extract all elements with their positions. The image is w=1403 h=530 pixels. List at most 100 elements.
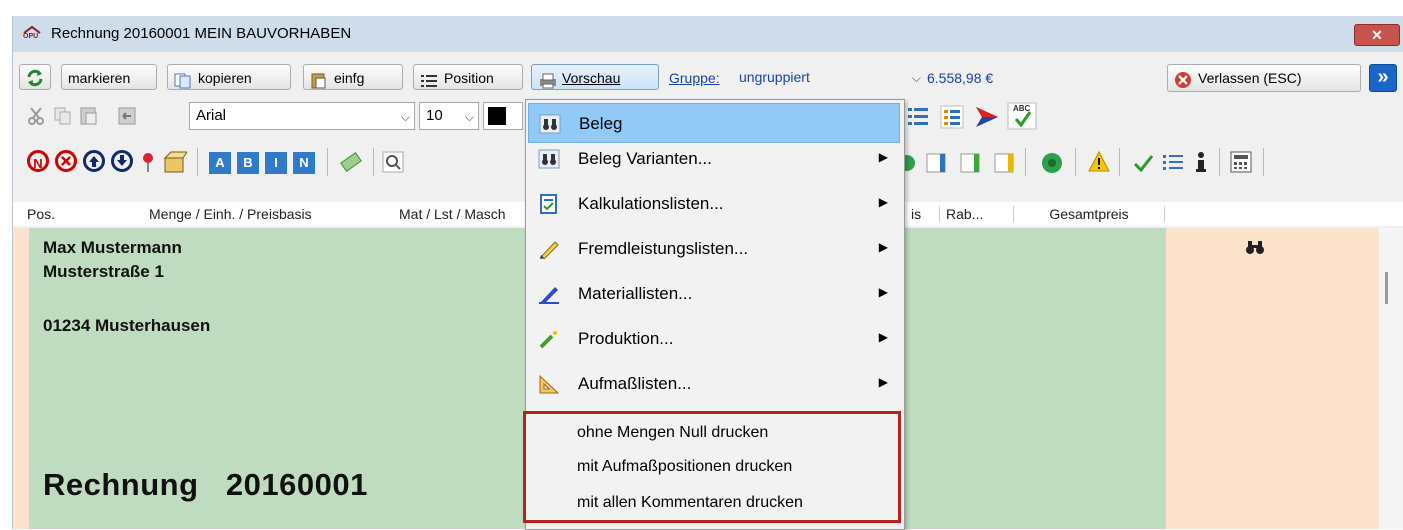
menu-item-beleg[interactable]: Beleg	[528, 103, 900, 143]
gruppe-select[interactable]: ungruppiert ⌵	[733, 64, 925, 92]
binoculars-icon[interactable]	[1245, 238, 1265, 256]
close-window-button[interactable]: ✕	[1354, 24, 1400, 46]
column-green-icon[interactable]	[959, 152, 981, 174]
markieren-button[interactable]: markieren	[61, 64, 157, 90]
spellcheck-label: ABC	[1013, 104, 1031, 113]
col-pos[interactable]: Pos.	[27, 206, 55, 222]
send-arrow-icon[interactable]	[973, 104, 1001, 130]
font-family-select[interactable]: Arial ⌵	[189, 102, 415, 130]
move-down-icon[interactable]	[111, 150, 133, 172]
col-rabatt[interactable]: Rab...	[939, 206, 983, 222]
submenu-arrow-icon: ▶	[878, 285, 888, 299]
menu-item-label: Beleg Varianten...	[578, 149, 712, 168]
app-logo-icon: OPU	[23, 25, 41, 43]
refresh-icon	[27, 69, 43, 87]
scrollbar-thumb[interactable]	[1385, 272, 1388, 304]
copy-small-icon[interactable]	[53, 106, 73, 126]
calc-list-icon	[538, 194, 560, 214]
refresh-green-icon[interactable]	[1039, 150, 1065, 176]
cut-icon[interactable]	[27, 106, 47, 126]
col-menge[interactable]: Menge / Einh. / Preisbasis	[149, 206, 312, 222]
undo-icon[interactable]	[117, 106, 137, 126]
gruppe-value: ungruppiert	[739, 69, 810, 85]
submenu-arrow-icon: ▶	[878, 240, 888, 254]
wand-icon	[538, 329, 560, 349]
n-label: N	[299, 155, 309, 170]
vorschau-button[interactable]: Vorschau	[531, 64, 659, 90]
menu-item-kalkulationslisten[interactable]: Kalkulationslisten... ▶	[528, 184, 900, 224]
pin-icon[interactable]	[141, 152, 155, 174]
app-logo-text: OPU	[23, 33, 39, 40]
column-left-icon[interactable]	[925, 152, 947, 174]
copy-icon	[174, 71, 192, 89]
toolbar-separator	[1075, 148, 1076, 176]
font-size-select[interactable]: 10 ⌵	[419, 102, 479, 130]
col-gesamtpreis[interactable]: Gesamtpreis	[1013, 206, 1165, 222]
pencil-icon	[538, 239, 560, 260]
window-title: Rechnung 20160001 MEIN BAUVORHABEN	[51, 25, 352, 42]
warning-icon[interactable]	[1087, 150, 1111, 174]
toolbar-separator	[1263, 148, 1264, 176]
position-button[interactable]: Position	[413, 64, 523, 90]
print-option-kommentare[interactable]: mit allen Kommentaren drucken	[577, 494, 803, 512]
toolbar-separator	[1219, 148, 1220, 176]
numbered-list-icon[interactable]	[905, 104, 931, 130]
exit-icon	[1174, 71, 1192, 89]
money-icon[interactable]	[339, 150, 363, 174]
menu-item-beleg-varianten[interactable]: Beleg Varianten... ▶	[528, 139, 900, 179]
paste-icon	[310, 71, 328, 89]
menu-item-label: Materiallisten...	[578, 284, 693, 303]
delete-circle-icon[interactable]	[55, 150, 77, 172]
address-city: 01234 Musterhausen	[43, 316, 211, 335]
col-mat[interactable]: Mat / Lst / Masch	[399, 206, 506, 222]
info-icon[interactable]	[1191, 150, 1211, 174]
n-circle-icon[interactable]: N	[27, 150, 49, 172]
toolbar-separator	[1119, 148, 1120, 176]
menu-item-fremdleistungslisten[interactable]: Fremdleistungslisten... ▶	[528, 229, 900, 269]
a-style-button[interactable]: A	[209, 152, 231, 174]
markieren-label: markieren	[68, 70, 131, 86]
font-color-button[interactable]	[483, 102, 523, 130]
verlassen-label: Verlassen (ESC)	[1198, 70, 1302, 86]
binoculars-print-icon	[538, 149, 560, 169]
menu-item-produktion[interactable]: Produktion... ▶	[528, 319, 900, 359]
invoice-heading: Rechnung 20160001	[43, 467, 368, 502]
move-up-icon[interactable]	[83, 150, 105, 172]
a-label: A	[215, 155, 225, 170]
chevron-down-icon: ⌵	[911, 71, 921, 85]
scrollbar-track[interactable]	[1379, 228, 1403, 529]
i-label: I	[274, 155, 278, 170]
chevron-down-icon: ⌵	[464, 110, 474, 124]
double-chevron-right-icon: »	[1377, 66, 1389, 88]
calculator-icon[interactable]	[1229, 150, 1253, 174]
menu-item-aufmasslisten[interactable]: Aufmaßlisten... ▶	[528, 364, 900, 404]
verlassen-button[interactable]: Verlassen (ESC)	[1167, 64, 1361, 92]
paste-small-icon[interactable]	[79, 106, 99, 126]
spellcheck-green-icon[interactable]	[1131, 150, 1155, 174]
vorschau-label: Vorschau	[562, 70, 621, 86]
refresh-button[interactable]	[19, 64, 51, 90]
bullet-list-icon[interactable]	[1161, 150, 1185, 174]
b-style-button[interactable]: B	[237, 152, 259, 174]
print-option-aufmasspositionen[interactable]: mit Aufmaßpositionen drucken	[577, 458, 792, 476]
kopieren-button[interactable]: kopieren	[167, 64, 291, 90]
col-preis[interactable]: is	[911, 206, 921, 222]
column-yellow-icon[interactable]	[993, 152, 1015, 174]
address-name: Max Mustermann	[43, 238, 182, 257]
more-button[interactable]: »	[1369, 64, 1397, 92]
pen-icon	[538, 284, 560, 304]
menu-item-label: Beleg	[579, 114, 623, 133]
i-style-button[interactable]: I	[265, 152, 287, 174]
einfg-label: einfg	[334, 70, 365, 86]
search-icon[interactable]	[381, 150, 405, 174]
menu-item-label: Produktion...	[578, 329, 674, 348]
einfg-button[interactable]: einfg	[303, 64, 403, 90]
box-icon[interactable]	[163, 150, 188, 174]
toolbar-separator	[327, 148, 328, 176]
print-option-ohne-mengen-null[interactable]: ohne Mengen Null drucken	[577, 424, 768, 442]
n-style-button[interactable]: N	[293, 152, 315, 174]
spellcheck-icon[interactable]: ABC	[1007, 102, 1037, 130]
indent-list-icon[interactable]	[939, 104, 965, 130]
menu-item-materiallisten[interactable]: Materiallisten... ▶	[528, 274, 900, 314]
address-street: Musterstraße 1	[43, 262, 164, 281]
